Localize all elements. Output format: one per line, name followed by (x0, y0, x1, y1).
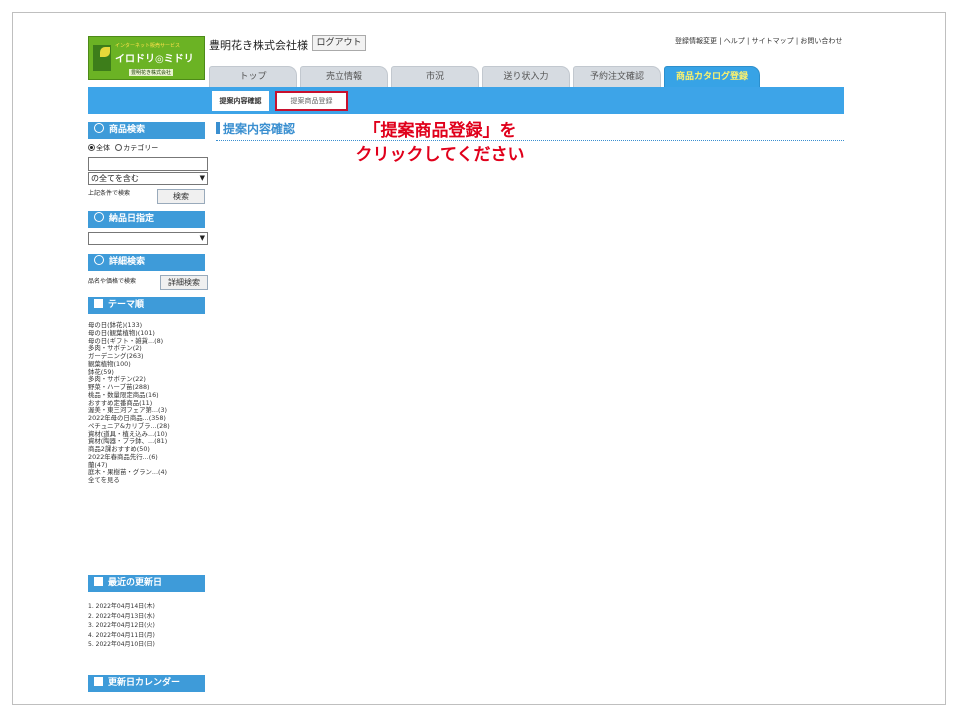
search-icon (94, 123, 104, 133)
update-date-item[interactable]: 4. 2022年04月11日(月) (88, 631, 155, 641)
recent-updates-list: 1. 2022年04月14日(木) 2. 2022年04月13日(水) 3. 2… (88, 602, 155, 650)
radio-category[interactable] (115, 144, 123, 151)
search-condition-select[interactable]: の全てを含む ▼ (88, 172, 208, 185)
chevron-down-icon: ▼ (199, 234, 205, 242)
delivery-date-heading: 納品日指定 (88, 211, 205, 228)
detail-search-hint: 品名や価格で検索 (88, 278, 137, 285)
instruction-line-2: クリックしてください (355, 145, 525, 165)
update-date-item[interactable]: 2. 2022年04月13日(水) (88, 612, 155, 622)
calendar-icon (94, 677, 103, 686)
company-user-name: 豊明花き株式会社様 (209, 39, 308, 52)
delivery-date-select[interactable]: ▼ (88, 232, 208, 245)
search-icon (94, 212, 104, 222)
subtab-proposal-product-registration[interactable]: 提案商品登録 (275, 91, 348, 111)
pencil-icon (94, 577, 103, 586)
detail-search-button[interactable]: 詳細検索 (160, 275, 208, 290)
tab-top[interactable]: トップ (209, 66, 297, 87)
search-input[interactable] (88, 157, 208, 171)
tab-reservation-check[interactable]: 予約注文確認 (573, 66, 661, 87)
update-date-item[interactable]: 3. 2022年04月12日(火) (88, 621, 155, 631)
site-logo[interactable]: インターネット販売サービス イロドリ◎ミドリ 豊明花き株式会社 (88, 36, 205, 80)
theme-list: 母の日(鉢花)(133) 母の日(観葉植物)(101) 母の日(ギフト・雑貨..… (88, 321, 170, 485)
logout-button[interactable]: ログアウト (312, 35, 366, 51)
update-date-item[interactable]: 5. 2022年04月10日(日) (88, 640, 155, 650)
recent-updates-heading: 最近の更新日 (88, 575, 205, 592)
logo-company: 豊明花き株式会社 (129, 69, 174, 76)
main-tabs: トップ 売立情報 市況 送り状入力 予約注文確認 商品カタログ登録 (209, 66, 769, 87)
detail-search-heading: 詳細検索 (88, 254, 205, 271)
subtab-proposal-check[interactable]: 提案内容確認 (212, 91, 269, 111)
tab-sales-info[interactable]: 売立情報 (300, 66, 388, 87)
title-bar-icon (216, 122, 220, 134)
calendar-heading[interactable]: 更新日カレンダー (88, 675, 205, 692)
search-icon (94, 255, 104, 265)
search-hint: 上記条件で検索 (88, 190, 131, 197)
sub-navbar (88, 87, 844, 114)
tab-market[interactable]: 市況 (391, 66, 479, 87)
radio-all[interactable] (88, 144, 95, 151)
search-scope-radios: 全体 カテゴリー (88, 143, 158, 153)
product-search-heading: 商品検索 (88, 122, 205, 139)
theme-item-see-all[interactable]: 全てを見る (88, 476, 170, 485)
search-button[interactable]: 検索 (157, 189, 205, 204)
theme-heading: テーマ順 (88, 297, 205, 314)
logo-name: イロドリ◎ミドリ (115, 54, 194, 65)
page: インターネット販売サービス イロドリ◎ミドリ 豊明花き株式会社 豊明花き株式会社… (85, 32, 847, 697)
tab-catalog-registration[interactable]: 商品カタログ登録 (664, 66, 760, 87)
logo-subtitle: インターネット販売サービス (115, 43, 181, 49)
update-date-item[interactable]: 1. 2022年04月14日(木) (88, 602, 155, 612)
chevron-down-icon: ▼ (199, 174, 205, 182)
instruction-callout: 「提案商品登録」を クリックしてください (325, 119, 555, 167)
page-title: 提案内容確認 (216, 120, 295, 137)
leaf-icon (100, 47, 110, 57)
radio-category-label: カテゴリー (123, 144, 159, 152)
instruction-line-1: 「提案商品登録」を (363, 121, 517, 141)
radio-all-label: 全体 (96, 144, 110, 152)
tab-invoice-entry[interactable]: 送り状入力 (482, 66, 570, 87)
pencil-icon (94, 299, 103, 308)
top-links[interactable]: 登録情報変更 | ヘルプ | サイトマップ | お問い合わせ (675, 36, 842, 46)
logo-box-icon (93, 45, 111, 71)
